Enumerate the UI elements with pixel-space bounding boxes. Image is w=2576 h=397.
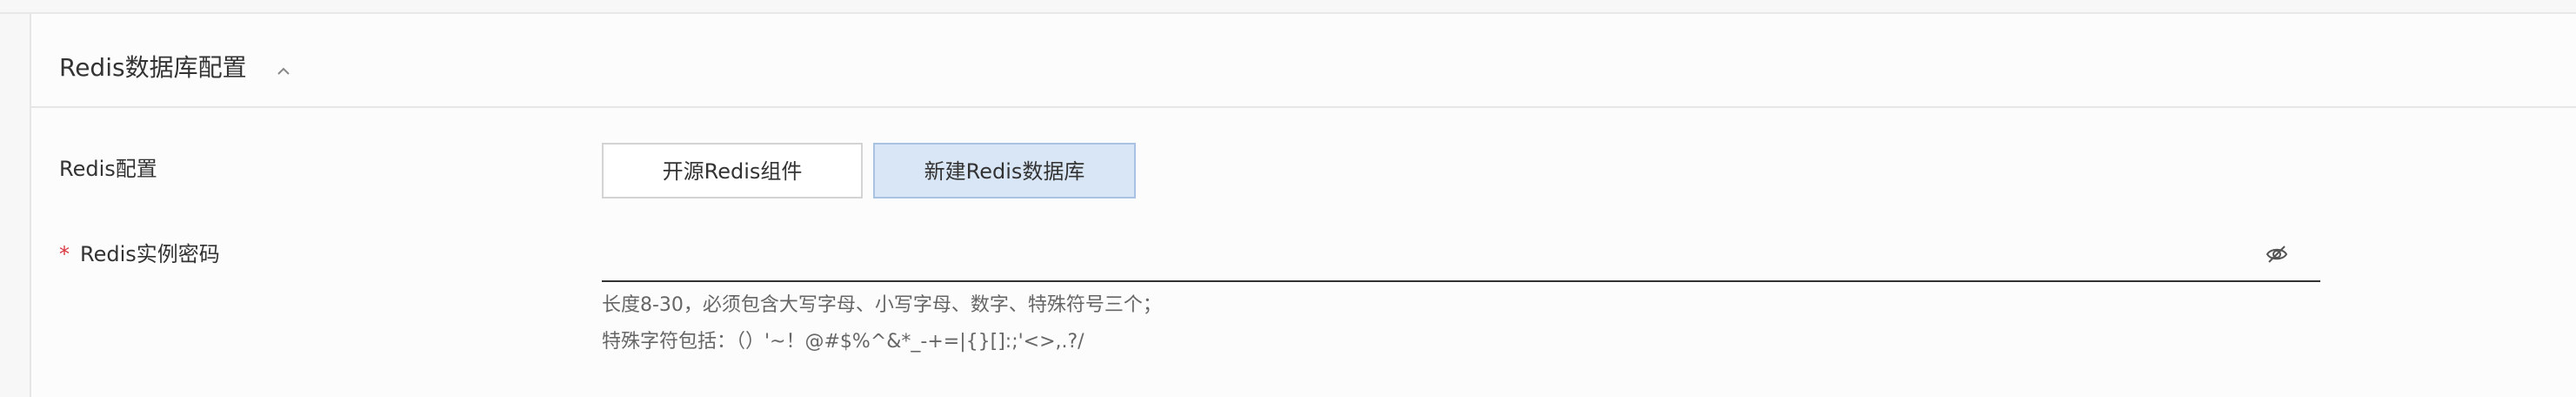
redis-password-label-text: Redis实例密码 xyxy=(80,242,220,266)
redis-config-panel: Redis数据库配置 xyxy=(30,14,2576,397)
eye-off-icon[interactable] xyxy=(2265,242,2289,266)
password-hint-line1: 长度8-30，必须包含大写字母、小写字母、数字、特殊符号三个； xyxy=(602,294,1162,316)
redis-password-field[interactable] xyxy=(602,233,2320,282)
new-redis-db-button[interactable]: 新建Redis数据库 xyxy=(873,143,1136,198)
chevron-up-icon[interactable] xyxy=(273,64,294,78)
section-title: Redis数据库配置 xyxy=(59,53,247,82)
redis-config-label: Redis配置 xyxy=(59,157,157,181)
required-mark: * xyxy=(59,242,70,266)
redis-password-input[interactable] xyxy=(602,233,2258,280)
redis-password-label: * Redis实例密码 xyxy=(59,240,220,268)
password-hint-line2: 特殊字符包括：（）'~！@#$%^&*_-+=|{}[]:;'<>,.?/ xyxy=(602,331,1084,353)
open-source-redis-button[interactable]: 开源Redis组件 xyxy=(602,143,863,198)
panel-header[interactable]: Redis数据库配置 xyxy=(31,14,2576,108)
